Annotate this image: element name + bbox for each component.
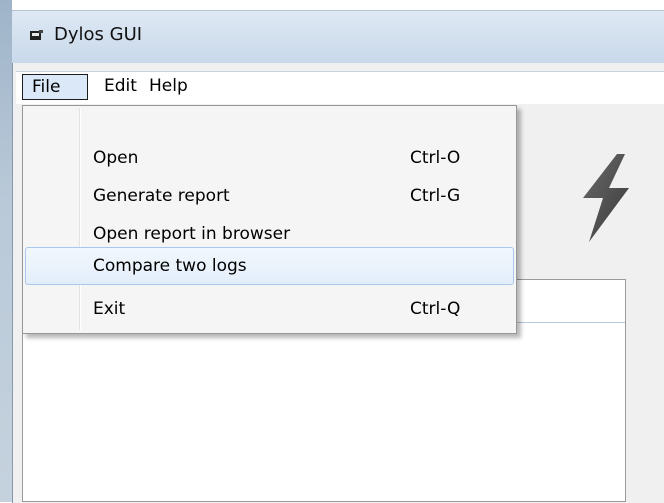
menu-help-label: Help (149, 76, 188, 96)
menu-file-label: File (32, 77, 61, 97)
menu-item-open[interactable]: Open Ctrl-O (25, 139, 514, 177)
menu-item-label: Generate report (93, 186, 230, 206)
lightning-icon[interactable] (573, 152, 639, 244)
menu-item-exit[interactable]: Exit Ctrl-Q (25, 290, 514, 328)
menu-item-label: Exit (93, 299, 126, 319)
menu-help[interactable]: Help (149, 72, 188, 100)
menu-item-generate-report[interactable]: Generate report Ctrl-G (25, 177, 514, 215)
menu-item-shortcut: Ctrl-Q (410, 299, 461, 319)
menu-item-shortcut: Ctrl-G (410, 186, 461, 206)
app-icon (30, 30, 43, 40)
menu-item-shortcut: Ctrl-O (410, 148, 461, 168)
window-title: Dylos GUI (54, 24, 143, 45)
menu-edit-label: Edit (104, 76, 137, 96)
menu-item-label: Open (93, 148, 139, 168)
desktop-background (0, 0, 12, 502)
menu-item-compare-two-logs[interactable]: Compare two logs (25, 247, 514, 285)
menu-edit[interactable]: Edit (104, 72, 137, 100)
menu-file[interactable]: File (22, 74, 88, 100)
menu-item-label: Compare two logs (93, 256, 247, 276)
menu-item-label: Open report in browser (93, 224, 291, 244)
